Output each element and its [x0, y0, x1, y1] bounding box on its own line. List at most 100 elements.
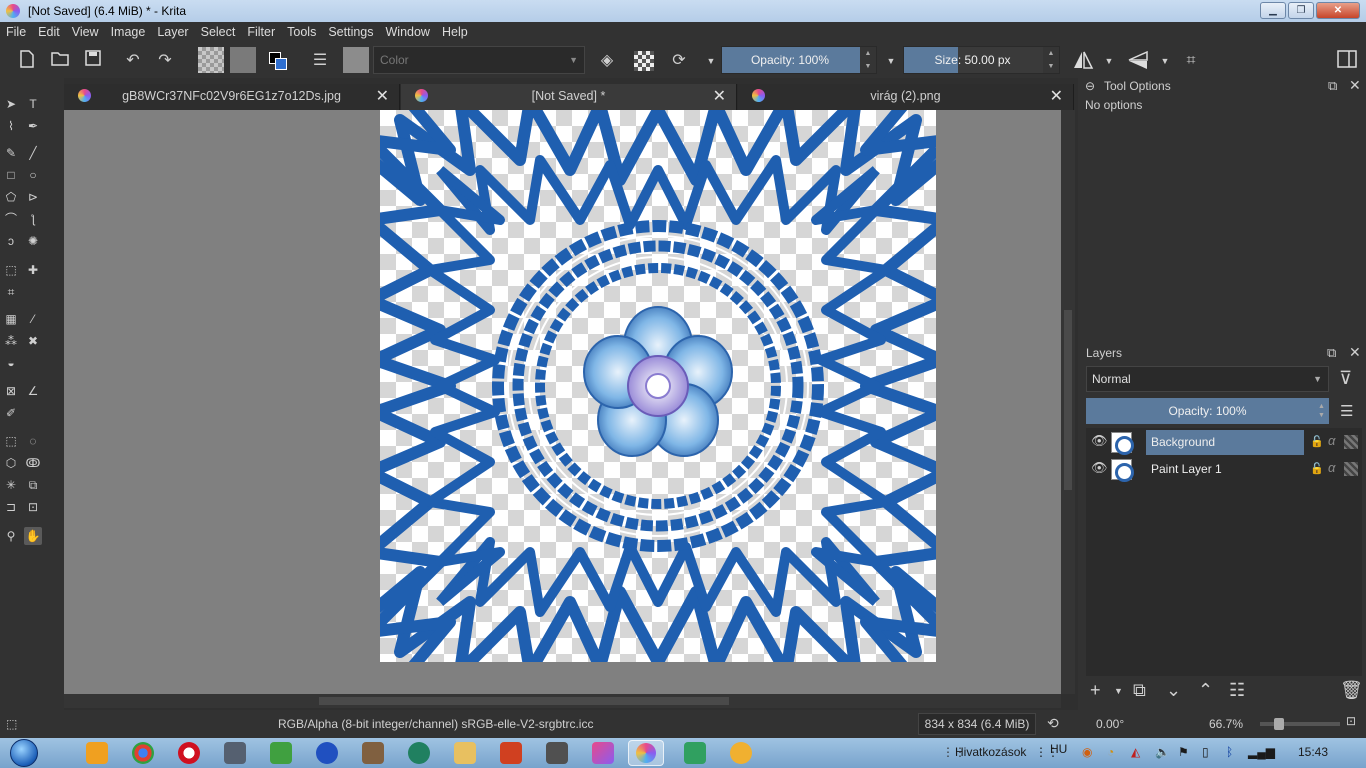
size-spin-buttons[interactable]: ▲ ▼ [1043, 47, 1059, 73]
selection-icon[interactable]: ⬚ [6, 717, 17, 731]
layer-menu-icon[interactable]: ☰ [1340, 402, 1353, 420]
app-icon[interactable] [730, 742, 752, 764]
eye-visibility-icon[interactable]: 👁 [1091, 460, 1108, 476]
select-shapes-tool-icon[interactable]: ➤ [2, 95, 20, 113]
fullscreen-icon[interactable]: ⊡ [1346, 714, 1356, 728]
menu-tools[interactable]: Tools [287, 25, 316, 39]
layer-opacity-spin[interactable]: ▲ ▼ [1318, 402, 1325, 420]
chevron-down-icon[interactable]: ▼ [1098, 50, 1120, 72]
duplicate-layer-icon[interactable]: ⧉ [1133, 680, 1146, 701]
chevron-down-icon[interactable]: ▼ [880, 50, 902, 72]
restore-button[interactable]: ❐ [1288, 2, 1314, 19]
close-window-button[interactable]: ✕ [1316, 2, 1360, 19]
measure-tool-icon[interactable]: ∠ [24, 382, 42, 400]
layer-properties-icon[interactable]: ☷ [1229, 680, 1245, 701]
polyline-tool-icon[interactable]: ⊳ [24, 188, 42, 206]
magnetic-select-icon[interactable]: ⊡ [24, 498, 42, 516]
crop-tool-icon[interactable]: ⌗ [2, 283, 20, 301]
polygon-select-icon[interactable]: ⬡ [2, 454, 20, 472]
color-picker-icon[interactable]: ⁄ [24, 310, 42, 328]
inherit-alpha-icon[interactable] [1344, 435, 1358, 449]
explorer-icon[interactable] [454, 742, 476, 764]
rotate-canvas-icon[interactable]: ⟲ [1047, 715, 1059, 732]
app-icon[interactable] [684, 742, 706, 764]
close-tab-icon[interactable]: ✕ [1050, 86, 1063, 106]
clock-app-icon[interactable]: ◔ [1107, 745, 1114, 759]
brush-preset-icon[interactable] [343, 47, 369, 73]
network-icon[interactable]: ▂▄▆ [1248, 745, 1275, 759]
image-dimensions[interactable]: 834 x 834 (6.4 MiB) [918, 713, 1036, 735]
similar-select-icon[interactable]: ⧉ [24, 476, 42, 494]
eraser-icon[interactable]: ◈ [596, 50, 618, 72]
paint-app-icon[interactable] [500, 742, 522, 764]
ellipse-select-icon[interactable]: ◌ [24, 432, 42, 450]
layer-blend-mode-combo[interactable]: Normal ▼ [1086, 366, 1329, 392]
add-layer-icon[interactable]: + [1090, 680, 1101, 701]
calendar-app-icon[interactable] [270, 742, 292, 764]
size-slider[interactable]: Size: 50.00 px ▲ ▼ [903, 46, 1060, 74]
canvas-image[interactable] [380, 110, 936, 662]
opacity-spin-buttons[interactable]: ▲ ▼ [860, 47, 876, 73]
scrollbar-thumb[interactable] [319, 697, 729, 705]
globe-app-icon[interactable] [408, 742, 430, 764]
freehand-path-tool-icon[interactable]: ƪ [24, 210, 42, 228]
clock[interactable]: 15:43 [1298, 745, 1328, 759]
menu-select[interactable]: Select [201, 25, 236, 39]
eye-visibility-icon[interactable]: 👁 [1091, 433, 1108, 449]
new-document-icon[interactable] [16, 50, 38, 72]
smart-patch-icon[interactable]: ✖ [24, 332, 42, 350]
tools-app-icon[interactable] [362, 742, 384, 764]
contiguous-select-icon[interactable]: ✳ [2, 476, 20, 494]
color-swap-icon[interactable] [267, 50, 289, 72]
gradient-icon[interactable] [230, 47, 256, 73]
menu-image[interactable]: Image [111, 25, 146, 39]
line-tool-icon[interactable]: ╱ [24, 144, 42, 162]
save-icon[interactable] [82, 50, 104, 72]
redo-icon[interactable]: ↷ [154, 50, 176, 72]
menu-help[interactable]: Help [442, 25, 468, 39]
transform-tool-icon[interactable]: ⬚ [2, 261, 20, 279]
edit-shapes-tool-icon[interactable]: ⌇ [2, 117, 20, 135]
menu-edit[interactable]: Edit [38, 25, 60, 39]
ellipse-tool-icon[interactable]: ○ [24, 166, 42, 184]
chevron-down-icon[interactable]: ▼ [1154, 50, 1176, 72]
mirror-horizontal-icon[interactable] [1072, 50, 1094, 72]
menu-window[interactable]: Window [386, 25, 430, 39]
workspace-icon[interactable] [1336, 50, 1358, 72]
polygon-tool-icon[interactable]: ⬠ [2, 188, 20, 206]
krita-active-window-icon[interactable] [628, 740, 664, 766]
float-panel-icon[interactable]: ⧉ [1327, 345, 1336, 361]
blend-mode-combo[interactable]: Color ▼ [373, 46, 585, 74]
drive-icon[interactable] [224, 742, 246, 764]
bluetooth-icon[interactable]: ᛒ [1226, 745, 1233, 759]
layer-opacity-slider[interactable]: Opacity: 100% [1086, 398, 1329, 424]
rotation-value[interactable]: 0.00° [1096, 717, 1124, 731]
opera-icon[interactable] [178, 742, 200, 764]
zoom-slider[interactable] [1260, 718, 1340, 730]
tab-document-1[interactable]: gB8WCr37NFc02V9r6EG1z7o12Ds.jpg ✕ [64, 84, 400, 110]
float-panel-icon[interactable]: ⧉ [1328, 78, 1337, 94]
menu-layer[interactable]: Layer [157, 25, 188, 39]
chevron-down-icon[interactable]: ▼ [1114, 686, 1123, 696]
reference-images-icon[interactable]: ✐ [2, 404, 20, 422]
multibrush-tool-icon[interactable]: ✺ [24, 232, 42, 250]
text-tool-icon[interactable]: T [24, 95, 42, 113]
alpha-icon[interactable]: α [1328, 460, 1335, 475]
lock-icon[interactable]: 🔓 [1310, 462, 1324, 475]
chart-app-icon[interactable]: ◭ [1131, 745, 1140, 759]
open-icon[interactable] [49, 50, 71, 72]
rectangle-tool-icon[interactable]: □ [2, 166, 20, 184]
zoom-slider-knob[interactable] [1274, 718, 1284, 730]
close-panel-icon[interactable]: ✕ [1349, 77, 1361, 94]
chevron-down-icon[interactable]: ▼ [700, 50, 722, 72]
close-tab-icon[interactable]: ✕ [376, 86, 389, 106]
keyboard-app-icon[interactable] [546, 742, 568, 764]
undo-icon[interactable]: ↶ [122, 50, 144, 72]
move-layer-down-icon[interactable]: ⌄ [1166, 680, 1181, 701]
opacity-slider[interactable]: Opacity: 100% ▲ ▼ [721, 46, 877, 74]
move-layer-up-icon[interactable]: ⌃ [1198, 680, 1213, 701]
chrome-icon[interactable] [132, 742, 154, 764]
close-panel-icon[interactable]: ✕ [1349, 344, 1361, 361]
language-indicator[interactable]: HU [1050, 742, 1067, 756]
krita-taskbar-icon[interactable] [592, 742, 614, 764]
